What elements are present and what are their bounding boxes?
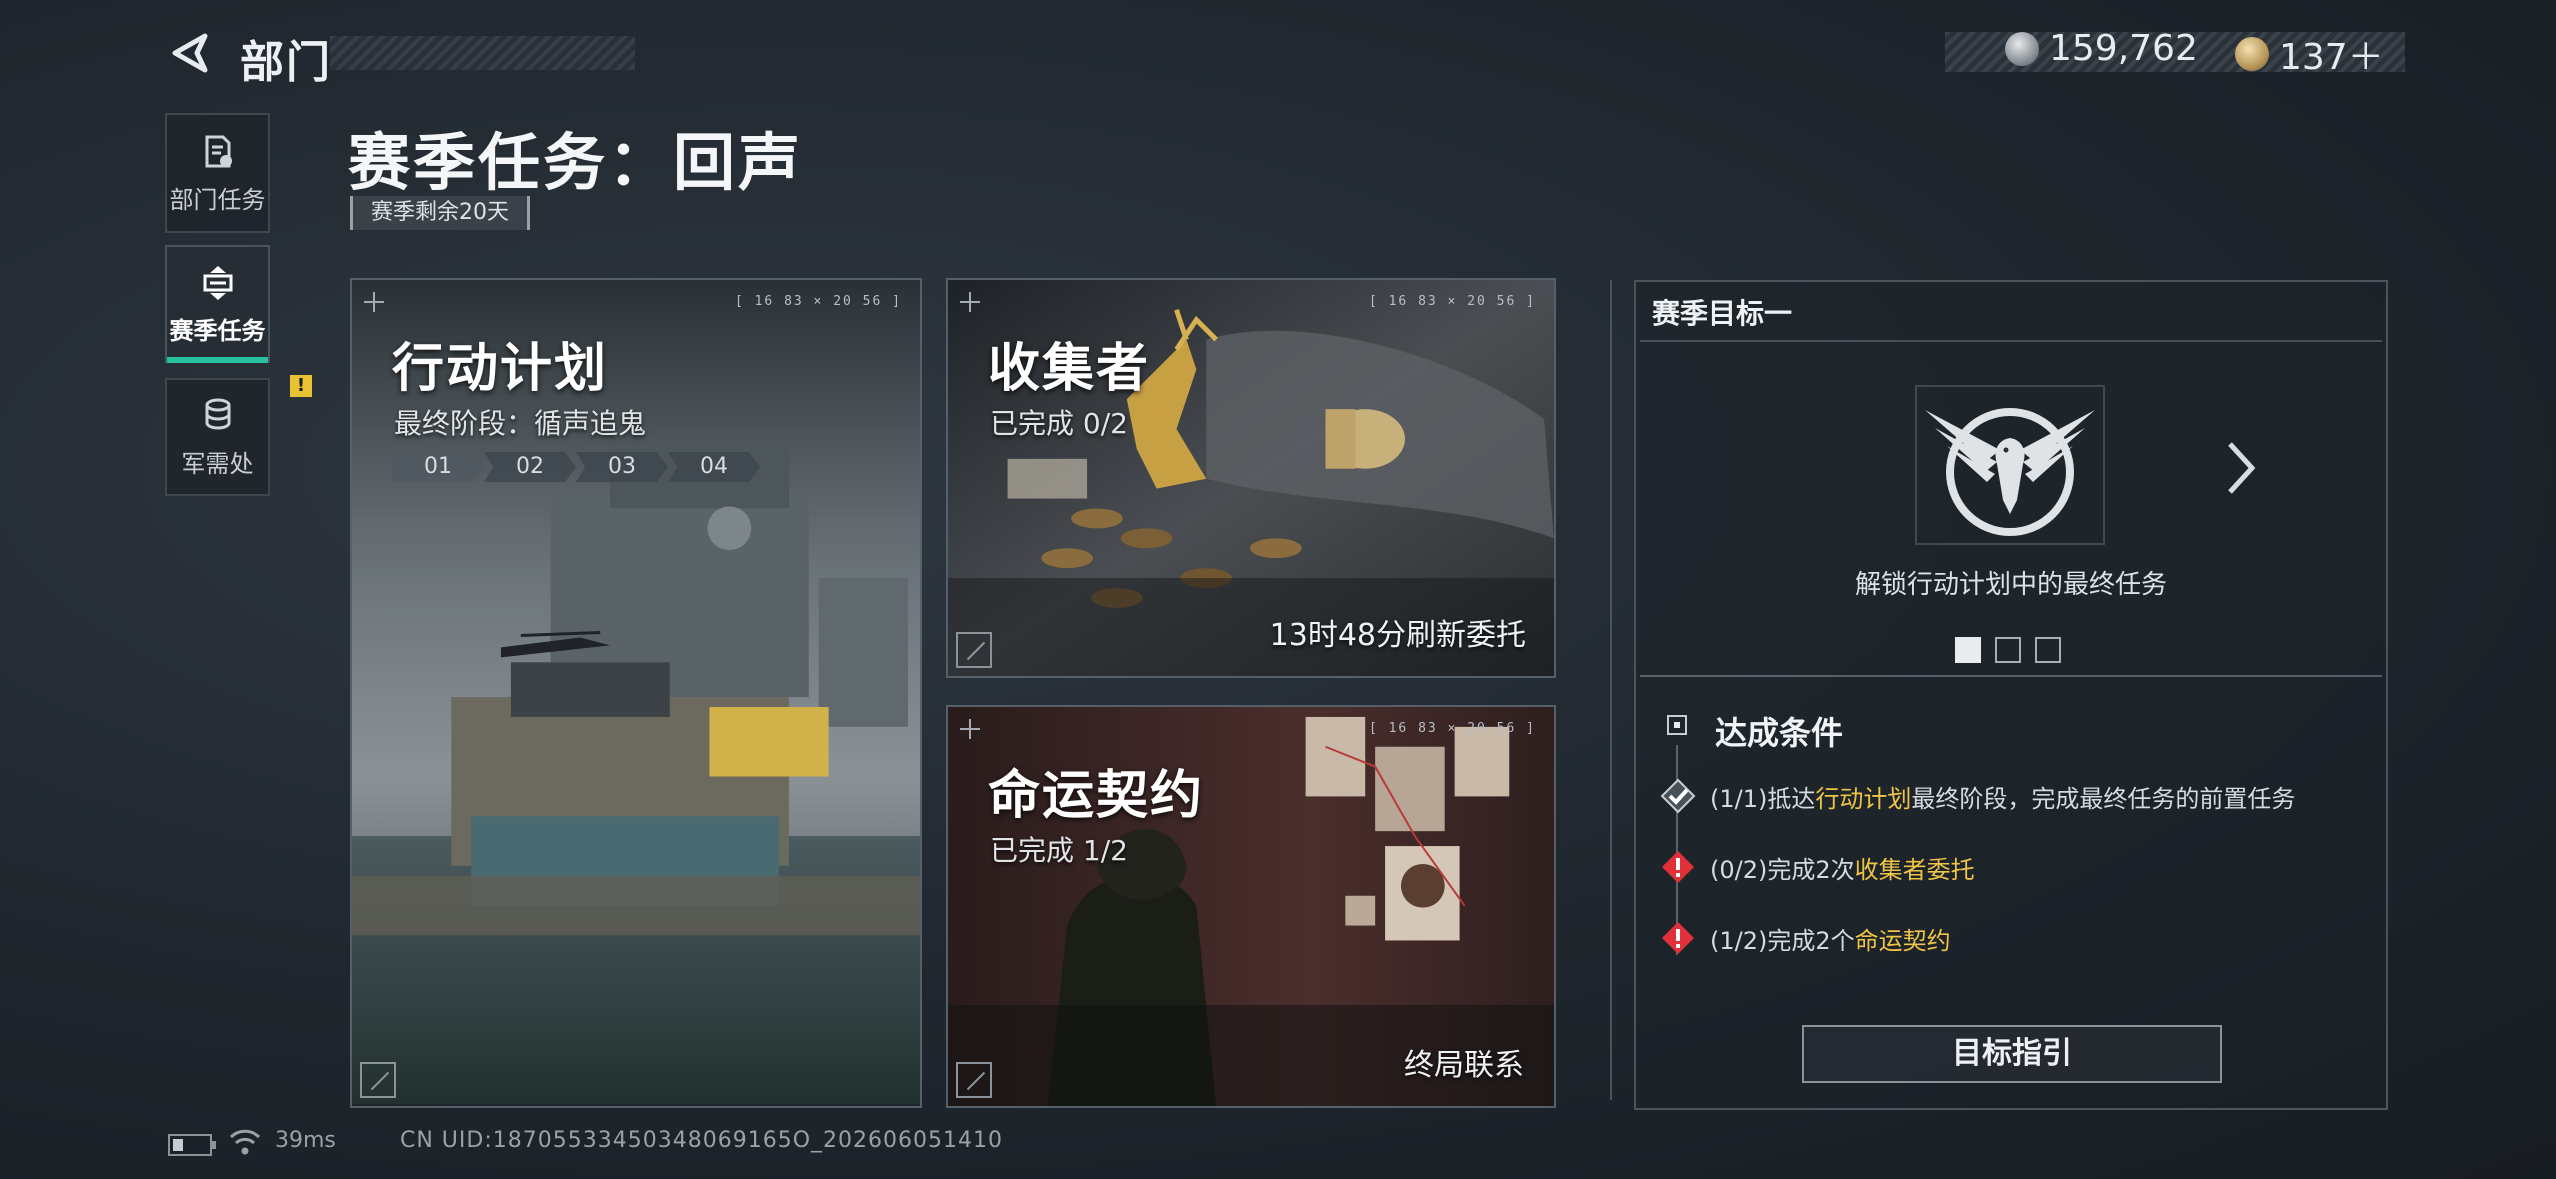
conditions-title: 达成条件	[1715, 714, 1844, 752]
card-progress: 已完成 1/2	[990, 834, 1128, 867]
condition-row: (1/1)抵达行动计划最终阶段，完成最终任务的前置任务	[1660, 778, 2295, 814]
active-tab-indicator	[167, 357, 268, 363]
condition-row: (0/2)完成2次收集者委托	[1660, 849, 1975, 885]
coin-stack-icon	[205, 398, 230, 429]
currency-gold[interactable]: 137＋	[2235, 28, 2384, 80]
refresh-timer: 13时48分刷新委托	[1269, 618, 1526, 653]
goal-header: 赛季目标一	[1652, 297, 1793, 330]
expand-icon	[360, 1062, 396, 1098]
silver-coin-icon	[2005, 31, 2039, 66]
battery-icon	[168, 1134, 216, 1156]
back-title[interactable]: 部门	[240, 26, 332, 90]
sidebar-item-department-tasks[interactable]: 部门任务	[165, 113, 270, 233]
card-progress: 已完成 0/2	[990, 407, 1128, 440]
panel-divider	[1610, 280, 1612, 1100]
page-dot[interactable]	[1955, 637, 1981, 663]
season-remaining-badge: 赛季剩余20天	[350, 196, 530, 230]
sidebar-item-label: 赛季任务	[169, 316, 266, 345]
crosshair-icon	[960, 292, 980, 312]
operation-plan-card[interactable]: [ 16 83 × 20 56 ] 行动计划 最终阶段：循声追鬼 01 02 0…	[350, 278, 922, 1108]
page-dot[interactable]	[1995, 637, 2021, 663]
card-title: 命运契约	[988, 766, 1205, 826]
crosshair-icon	[960, 719, 980, 739]
goal-guide-button[interactable]: 目标指引	[1802, 1025, 2222, 1083]
header-stripe	[330, 36, 635, 70]
currency-gold-value: 137＋	[2279, 37, 2384, 78]
ping-text: 39ms	[275, 1128, 336, 1153]
destiny-contract-card[interactable]: [ 16 83 × 20 56 ] 命运契约 已完成 1/2 终局联系	[946, 705, 1556, 1108]
uid-text: CN UID:18705533450348069165O_20260605141…	[400, 1128, 1003, 1153]
alert-badge: !	[290, 375, 312, 397]
condition-row: (1/2)完成2个命运契约	[1660, 920, 1951, 956]
sidebar-item-label: 部门任务	[169, 185, 266, 214]
card-subtitle: 最终阶段：循声追鬼	[394, 407, 647, 440]
chevron-right-icon[interactable]	[2220, 438, 2260, 498]
currency-silver[interactable]: 159,762	[2005, 28, 2198, 69]
stage-step: 02	[484, 452, 576, 482]
goal-pagination	[1955, 637, 2061, 663]
card-coordinates: [ 16 83 × 20 56 ]	[734, 294, 902, 309]
sidebar-item-quartermaster[interactable]: 军需处	[165, 378, 270, 496]
alert-diamond-icon	[1662, 922, 1694, 954]
conditions-marker-icon	[1667, 715, 1687, 735]
card-title: 收集者	[988, 339, 1151, 399]
gold-coin-icon	[2235, 37, 2269, 71]
stage-step: 01	[392, 452, 484, 482]
card-title: 行动计划	[392, 339, 609, 399]
card-coordinates: [ 16 83 × 20 56 ]	[1368, 294, 1536, 309]
sidebar-item-label: 军需处	[181, 449, 254, 478]
wifi-icon	[229, 1129, 261, 1155]
goal-description: 解锁行动计划中的最终任务	[1854, 570, 2167, 600]
sidebar-item-season-tasks[interactable]: 赛季任务	[165, 245, 270, 363]
stage-step: 03	[576, 452, 668, 482]
page-title: 赛季任务：回声	[348, 126, 804, 199]
season-task-icon	[203, 265, 232, 300]
crosshair-icon	[364, 292, 384, 312]
document-icon	[205, 135, 232, 167]
divider	[1640, 675, 2382, 677]
expand-icon	[956, 632, 992, 668]
eagle-emblem-icon	[1925, 408, 2095, 536]
condition-text: (1/1)抵达行动计划最终阶段，完成最终任务的前置任务	[1710, 784, 2296, 813]
collector-card[interactable]: [ 16 83 × 20 56 ] 收集者 已完成 0/2 13时48分刷新委托	[946, 278, 1556, 678]
condition-text: (1/2)完成2个命运契约	[1710, 926, 1951, 955]
alert-diamond-icon	[1662, 851, 1694, 883]
check-diamond-icon	[1660, 778, 1696, 814]
condition-text: (0/2)完成2次收集者委托	[1710, 855, 1975, 884]
stage-progress: 01 02 03 04	[392, 452, 760, 482]
divider	[1640, 340, 2382, 342]
currency-silver-value: 159,762	[2049, 28, 2198, 69]
stage-step: 04	[668, 452, 760, 482]
page-dot[interactable]	[2035, 637, 2061, 663]
card-footer-label: 终局联系	[1404, 1048, 1524, 1083]
back-arrow-icon[interactable]	[165, 28, 215, 78]
expand-icon	[956, 1062, 992, 1098]
card-coordinates: [ 16 83 × 20 56 ]	[1368, 721, 1536, 736]
